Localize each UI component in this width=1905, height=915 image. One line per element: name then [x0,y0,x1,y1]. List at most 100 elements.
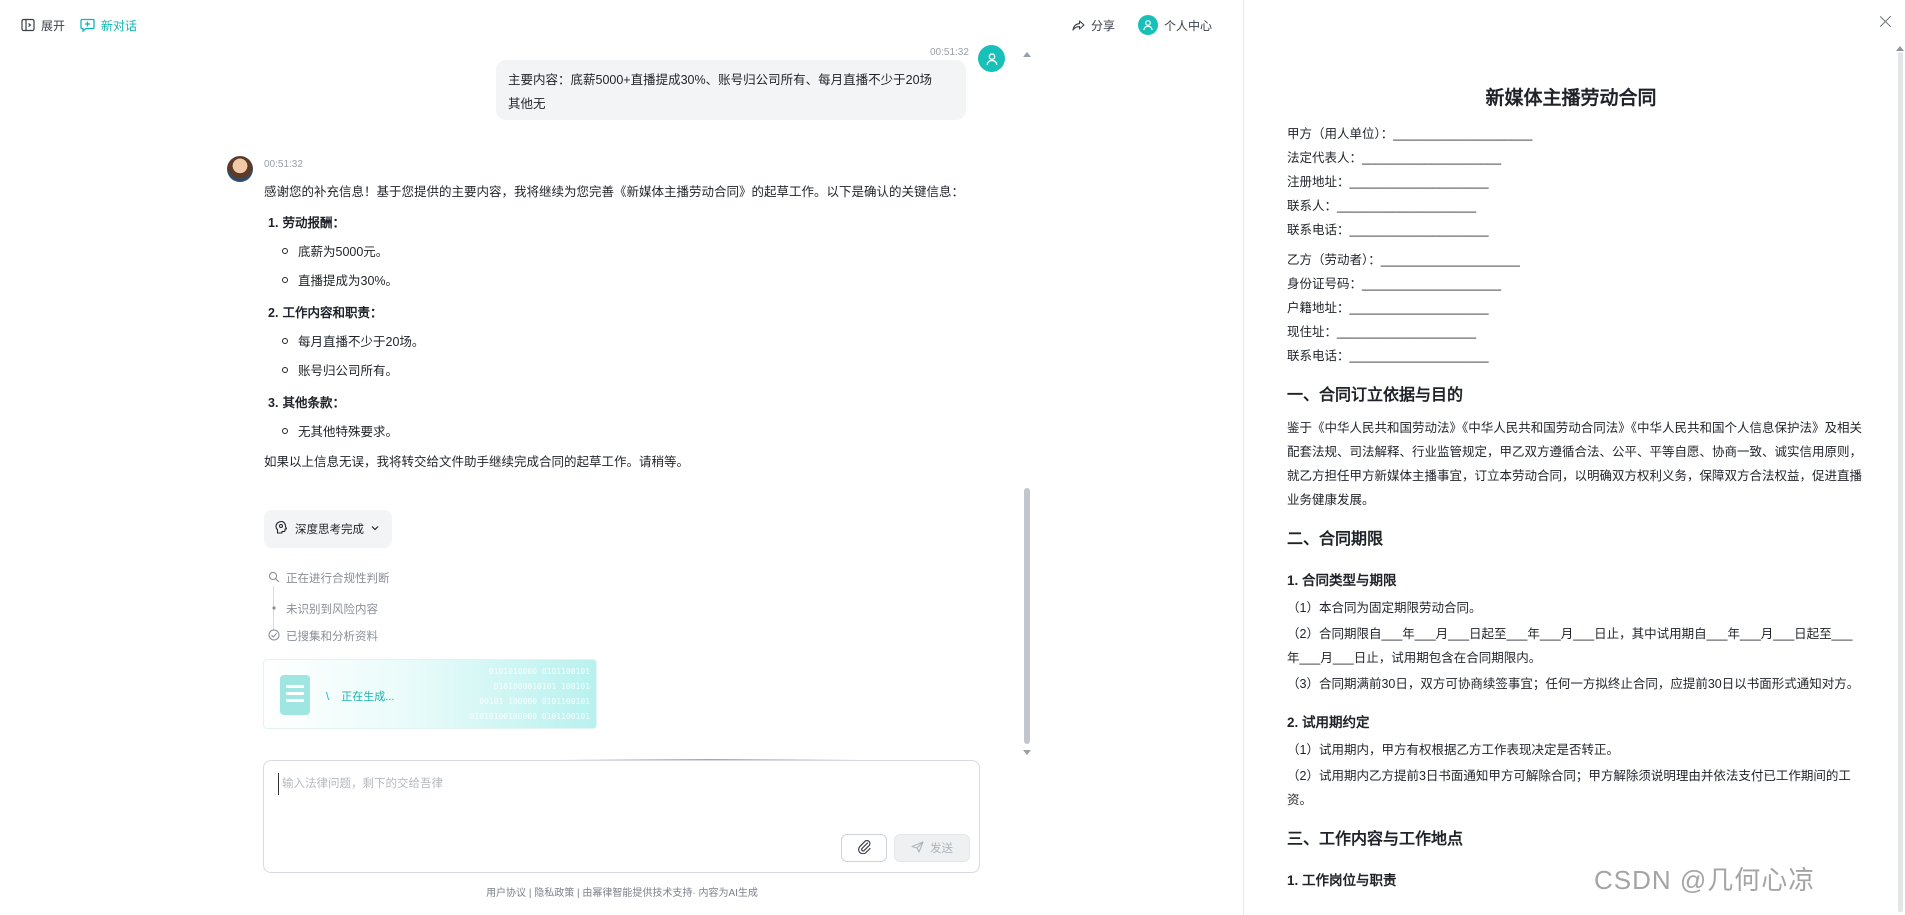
user-icon [985,52,998,65]
share-label: 分享 [1091,18,1116,33]
list-item-text: 账号归公司所有。 [298,364,399,378]
expand-label: 展开 [41,18,66,33]
assistant-avatar [227,156,253,182]
party-b-field: 户籍地址：____________________ [1287,301,1489,315]
new-chat-button[interactable]: 新对话 [80,16,137,34]
assistant-message-time: 00:51:32 [264,159,303,170]
assistant-intro: 感谢您的补充信息！基于您提供的主要内容，我将继续为您完善《新媒体主播劳动合同》的… [264,185,965,199]
share-button[interactable]: 分享 [1072,16,1115,34]
subsection-heading: 2. 试用期约定 [1287,715,1370,730]
list-item: 底薪为5000元。 [264,236,964,265]
user-message-time: 00:51:32 [930,47,969,58]
list-item-text: 直播提成为30%。 [298,274,399,288]
sidebar-toggle-icon [21,18,35,32]
deep-thinking-toggle[interactable]: 深度思考完成 [264,510,392,548]
list-item-text: 每月直播不少于20场。 [298,335,425,349]
section-heading: 二、合同期限 [1287,531,1384,548]
list-number: 1. [268,216,279,230]
profile-button[interactable]: 个人中心 [1138,15,1213,35]
doc-scroll-up-arrow[interactable] [1896,46,1904,51]
new-chat-label: 新对话 [101,18,138,33]
list-section-title: 其他条款： [282,396,345,410]
thinking-step: 已搜集和分析资料 [268,628,378,644]
party-b-field: 现住址：____________________ [1287,325,1477,339]
thinking-step-text: 已搜集和分析资料 [286,631,378,643]
list-item: 无其他特殊要求。 [264,416,964,445]
dot-icon [268,602,280,617]
bullet-icon [282,276,288,283]
list-section-heading: 1. 劳动报酬： [264,212,964,234]
bullet-icon [282,427,288,434]
send-icon [911,840,924,856]
binary-line: 01010100100000 0101100101 [469,712,590,721]
assistant-message: 感谢您的补充信息！基于您提供的主要内容，我将继续为您完善《新媒体主播劳动合同》的… [264,180,964,473]
clause-item: （1）试用期内，甲方有权根据乙方工作表现决定是否转正。 [1287,743,1619,757]
document-preview-pane: 新媒体主播劳动合同 甲方（用人单位）：____________________ … [1244,0,1905,915]
close-icon[interactable] [1878,14,1894,30]
party-a-field: 联系人：____________________ [1287,199,1477,213]
footer: 用户协议 | 隐私政策 | 由幂律智能提供技术支持· 内容为AI生成 [0,884,1244,899]
watermark: CSDN @几何心凉 [1594,865,1816,895]
thinking-step-text: 未识别到风险内容 [286,604,378,616]
list-section-heading: 3. 其他条款： [264,392,964,414]
document-generating-card[interactable]: \ 正在生成... 0101010000 0101100101 01010000… [263,659,597,729]
thinking-step: 未识别到风险内容 [268,601,378,617]
question-input[interactable] [278,773,958,795]
party-a-field: 法定代表人：____________________ [1287,151,1502,165]
assistant-outro: 如果以上信息无误，我将转交给文件助手继续完成合同的起草工作。请稍等。 [264,455,690,469]
deep-thinking-label: 深度思考完成 [295,524,364,536]
list-item: 每月直播不少于20场。 [264,326,964,355]
list-section-heading: 2. 工作内容和职责： [264,302,964,324]
party-a-field: 甲方（用人单位）：____________________ [1287,127,1533,141]
subsection-heading: 1. 合同类型与期限 [1287,573,1397,588]
attach-button[interactable] [841,834,887,862]
composer: 发送 [263,760,980,873]
list-section-title: 工作内容和职责： [282,306,383,320]
bullet-icon [282,337,288,344]
profile-label: 个人中心 [1164,18,1213,33]
send-button[interactable]: 发送 [894,834,970,862]
binary-line: 0101000010101 100101 [493,682,590,691]
list-item: 账号归公司所有。 [264,355,964,384]
party-a-field: 注册地址：____________________ [1287,175,1489,189]
list-item-text: 底薪为5000元。 [298,245,389,259]
document-title: 新媒体主播劳动合同 [1485,88,1657,109]
scroll-down-arrow[interactable] [1023,750,1031,755]
search-icon [268,571,280,586]
top-bar: 展开 新对话 分享 个人中心 [0,0,1244,50]
expand-button[interactable]: 展开 [21,16,65,34]
document-icon [280,675,310,715]
binary-line: 00101 100000 0101100101 [479,697,590,706]
section-heading: 三、工作内容与工作地点 [1287,831,1464,848]
document-scrollbar[interactable] [1898,52,1903,912]
chat-scrollbar-thumb[interactable] [1024,488,1030,744]
chat-pane: 展开 新对话 分享 个人中心 00:51:32 主要内容：底薪5000+直播提成… [0,0,1244,915]
section-heading: 一、合同订立依据与目的 [1287,387,1464,404]
generating-status-text: 正在生成... [341,691,395,703]
user-avatar-icon [1138,15,1158,35]
thinking-step: 正在进行合规性判断 [268,570,390,586]
user-message-line: 主要内容：底薪5000+直播提成30%、账号归公司所有、每月直播不少于20场 [508,73,933,87]
list-section-title: 劳动报酬： [282,216,345,230]
bullet-icon [282,366,288,373]
chevron-down-icon [370,523,380,536]
document-body: 甲方（用人单位）：____________________ 法定代表人：____… [1287,122,1862,894]
check-circle-icon [268,628,280,644]
binary-decoration: 0101010000 0101100101 0101000010101 1001… [470,664,590,724]
footer-text[interactable]: 用户协议 | 隐私政策 | 由幂律智能提供技术支持· 内容为AI生成 [486,888,758,899]
paperclip-icon [857,839,872,857]
clause-item: （2）试用期内乙方提前3日书面通知甲方可解除合同；甲方解除须说明理由并依法支付已… [1287,769,1851,807]
new-chat-icon [80,18,95,32]
list-number: 2. [268,306,279,320]
thinking-step-text: 正在进行合规性判断 [286,573,390,585]
list-item: 直播提成为30%。 [264,265,964,294]
bullet-icon [282,247,288,254]
user-message-bubble: 主要内容：底薪5000+直播提成30%、账号归公司所有、每月直播不少于20场 其… [496,60,966,120]
clause-item: （2）合同期限自___年___月___日起至___年___月___日止，其中试用… [1287,627,1853,665]
generating-status: \ 正在生成... [326,688,394,704]
party-b-field: 联系电话：____________________ [1287,349,1489,363]
user-message-line: 其他无 [508,97,546,111]
section-paragraph: 鉴于《中华人民共和国劳动法》《中华人民共和国劳动合同法》《中华人民共和国个人信息… [1287,421,1863,507]
clause-item: （1）本合同为固定期限劳动合同。 [1287,601,1482,615]
scroll-up-arrow[interactable] [1023,52,1031,57]
